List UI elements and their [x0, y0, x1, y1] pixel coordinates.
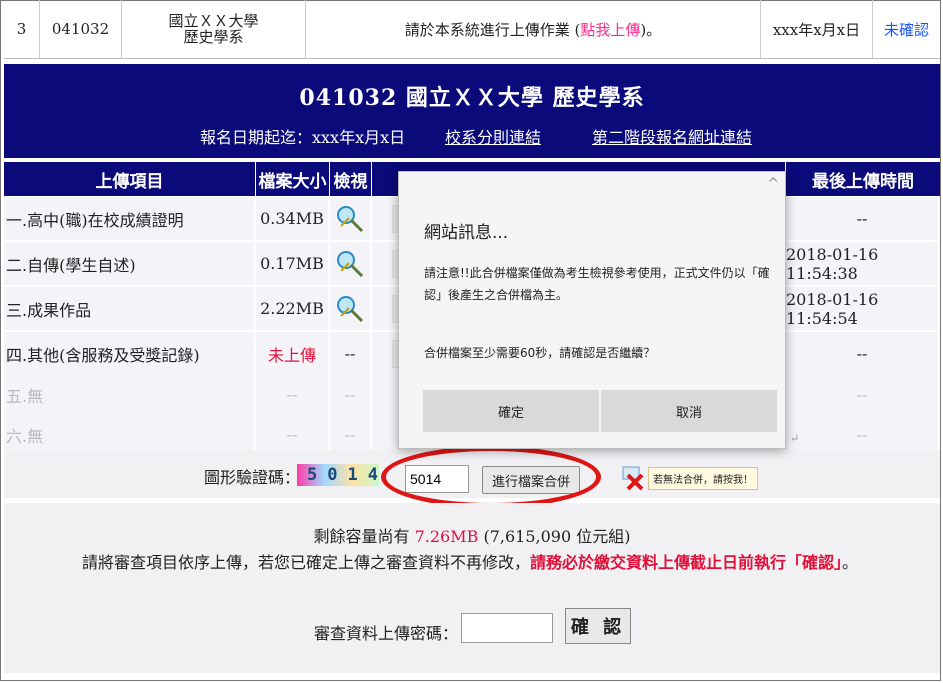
upload-password-input[interactable] [461, 613, 553, 643]
header-view: 檢視 [330, 162, 372, 196]
dialog-cancel-button[interactable]: 取消 [601, 390, 777, 432]
submission-panel: 剩餘容量尚有 7.26MB (7,615,090 位元組) 請將審查項目依序上傳… [4, 503, 940, 673]
last-upload-time: 2018-01-16 11:54:54 [786, 287, 940, 330]
file-size: 0.17MB [256, 242, 330, 285]
upload-link[interactable]: 點我上傳 [580, 19, 640, 40]
department-title: 041032 國立ＸＸ大學 歷史學系 [299, 85, 645, 111]
captcha-input[interactable] [405, 465, 469, 493]
view-placeholder: -- [330, 332, 372, 375]
header-last-upload: 最後上傳時間 [812, 171, 914, 192]
upload-instruction: 請於本系統進行上傳作業 (點我上傳)。 [306, 0, 761, 58]
item-name: 五.無 [4, 373, 256, 416]
dialog-ok-button[interactable]: 確定 [423, 390, 599, 432]
captcha-image: 5014 [297, 464, 379, 486]
department-header: 041032 國立ＸＸ大學 歷史學系 報名日期起迄：xxx年x月x日 校系分則連… [4, 64, 940, 158]
dialog-question: 合併檔案至少需要60秒，請確認是否繼續？ [424, 346, 656, 360]
last-upload-time: -- [786, 197, 940, 240]
help-text: 若無法合併，請按我！ [648, 466, 758, 490]
remaining-capacity: 剩餘容量尚有 7.26MB (7,615,090 位元組) [4, 523, 940, 547]
school-name: 國立ＸＸ大學 歷史學系 [122, 0, 306, 58]
file-size: 0.34MB [256, 197, 330, 240]
merge-files-button[interactable]: 進行檔案合併 [482, 466, 580, 494]
dialog-title: 網站訊息... [424, 223, 509, 243]
capacity-bytes: (7,615,090 位元組) [478, 527, 631, 546]
capacity-prefix: 剩餘容量尚有 [313, 527, 415, 546]
view-file-icon[interactable] [330, 287, 372, 330]
department-code: 041032 [40, 0, 122, 58]
item-name: 一.高中(職)在校成績證明 [4, 197, 256, 240]
return-mark-icon: ↵ [790, 432, 800, 445]
application-row: 3 041032 國立ＸＸ大學 歷史學系 請於本系統進行上傳作業 (點我上傳)。… [4, 0, 940, 59]
last-upload-time: -- [786, 332, 940, 375]
view-file-icon[interactable] [330, 242, 372, 285]
header-size: 檔案大小 [256, 162, 330, 196]
last-upload-time: -- [786, 373, 940, 416]
file-size: 2.22MB [256, 287, 330, 330]
item-name: 三.成果作品 [4, 287, 256, 330]
view-file-icon[interactable] [330, 197, 372, 240]
second-stage-link[interactable]: 第二階段報名網址連結 [592, 124, 752, 148]
notice-end: 。 [842, 553, 859, 572]
merge-help-button[interactable]: 若無法合併，請按我！ [620, 463, 760, 493]
notice-warning: 請務必於繳交資料上傳截止日前執行「確認」 [530, 553, 843, 572]
confirm-button[interactable]: 確 認 [565, 608, 631, 644]
captcha-row: 圖形驗證碼： 5014 [4, 450, 940, 498]
view-placeholder: -- [330, 373, 372, 416]
confirm-status[interactable]: 未確認 [873, 0, 940, 58]
file-size: 未上傳 [256, 332, 330, 375]
help-x-icon [620, 465, 646, 491]
password-label: 審查資料上傳密碼： [314, 624, 459, 643]
deadline-date: xxx年x月x日 [761, 0, 873, 58]
instruction-end: )。 [640, 20, 662, 39]
department-rules-link[interactable]: 校系分則連結 [445, 124, 541, 148]
captcha-label: 圖形驗證碼： [204, 468, 301, 487]
last-upload-time: 2018-01-16 11:54:38 [786, 242, 940, 285]
row-number: 3 [4, 0, 40, 58]
item-name: 二.自傳(學生自述) [4, 242, 256, 285]
registration-period: 報名日期起迄：xxx年x月x日 [200, 128, 406, 147]
instruction-text: 請於本系統進行上傳作業 ( [404, 20, 581, 39]
site-message-dialog: ^ 網站訊息... 請注意!!此合併檔案僅做為考生檢視參考使用，正式文件仍以「確… [398, 171, 786, 449]
notice-text: 請將審查項目依序上傳，若您已確定上傳之審查資料不再修改， [82, 553, 531, 572]
item-name: 四.其他(含服務及受獎記錄) [4, 332, 256, 375]
school-name-line1: 國立ＸＸ大學 [168, 12, 259, 30]
dialog-collapse-icon[interactable]: ^ [767, 176, 779, 192]
capacity-value: 7.26MB [414, 527, 479, 546]
file-size: -- [256, 373, 330, 416]
dialog-notice: 請注意!!此合併檔案僅做為考生檢視參考使用，正式文件仍以「確認」後產生之合併檔為… [424, 266, 770, 302]
school-name-line2: 歷史學系 [183, 28, 244, 46]
header-item: 上傳項目 [4, 162, 256, 196]
confirm-notice: 請將審查項目依序上傳，若您已確定上傳之審查資料不再修改，請務必於繳交資料上傳截止… [82, 549, 858, 573]
